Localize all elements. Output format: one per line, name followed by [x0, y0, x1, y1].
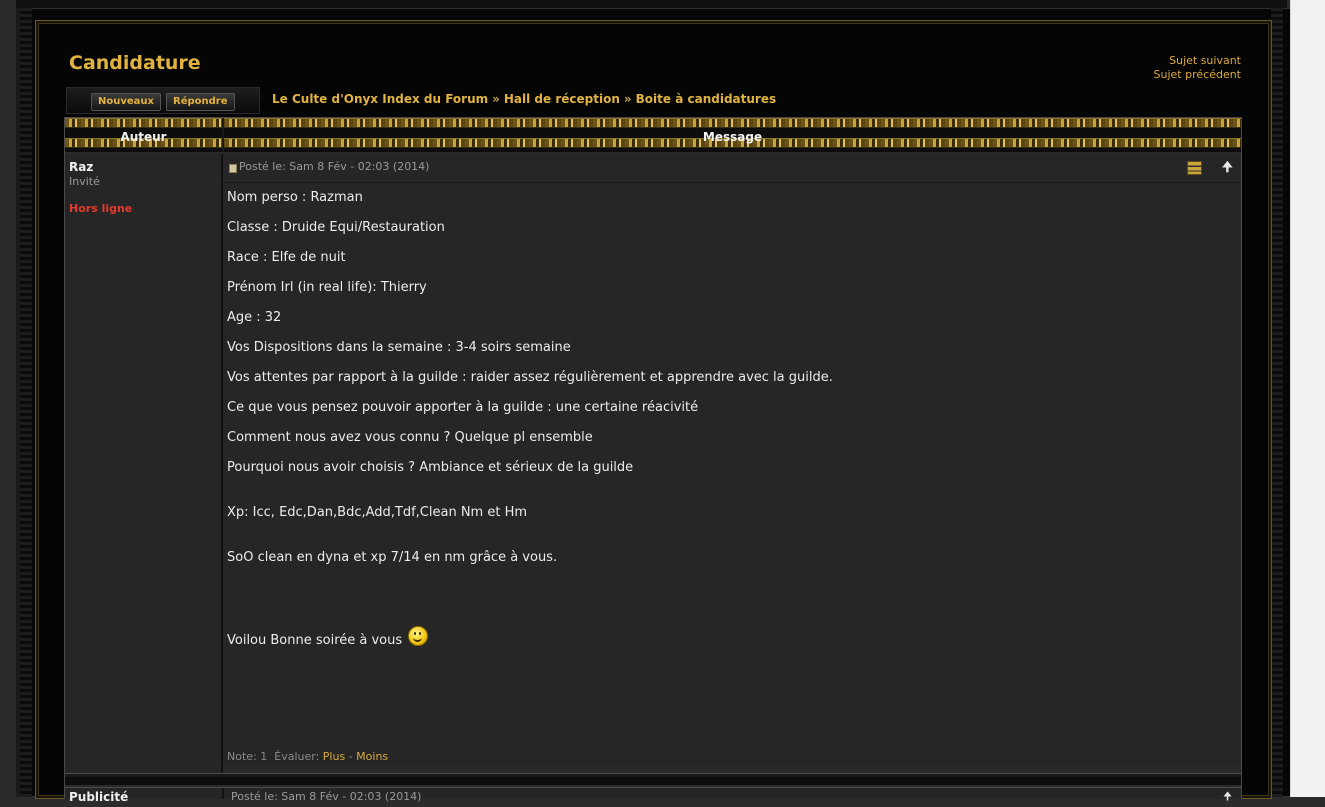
breadcrumb: Le Culte d'Onyx Index du Forum» Hall de r… — [272, 92, 776, 106]
row-spacer — [65, 777, 1241, 785]
post-meta: Posté le: Sam 8 Fév - 02:03 (2014) 🠉 — [223, 154, 1240, 183]
topic-navigation: Sujet suivant Sujet précédent — [1154, 54, 1241, 82]
frame-rail-right — [1271, 8, 1283, 797]
rate-minus-link[interactable]: Moins — [356, 750, 388, 763]
column-separator — [222, 788, 224, 799]
post-date: Posté le: Sam 8 Fév - 02:03 (2014) — [239, 160, 430, 173]
post-line-closing: Voilou Bonne soirée à vous — [227, 626, 429, 648]
arrow-up-icon[interactable]: 🠉 — [1222, 158, 1233, 180]
post-line: Vos attentes par rapport à la guilde : r… — [227, 370, 833, 385]
breadcrumb-separator: » — [623, 92, 632, 106]
rating-evaluate-label: Évaluer: — [274, 750, 320, 763]
rating-note: Note: 1 — [227, 750, 268, 763]
page-scrollbar[interactable] — [1290, 0, 1325, 797]
post-line: Comment nous avez vous connu ? Quelque p… — [227, 430, 593, 445]
post-line: Classe : Druide Equi/Restauration — [227, 220, 445, 235]
author-rank: Invité — [69, 175, 100, 188]
next-topic-link[interactable]: Sujet suivant — [1154, 54, 1241, 68]
post-line: Xp: Icc, Edc,Dan,Bdc,Add,Tdf,Clean Nm et… — [227, 505, 528, 520]
header-author: Auteur — [120, 130, 167, 144]
page-title: Candidature — [69, 52, 201, 74]
ad-author: Publicité — [69, 790, 129, 804]
arrow-up-icon[interactable]: 🠉 — [1223, 788, 1232, 807]
rating-separator: - — [348, 750, 353, 763]
ad-row: Publicité Posté le: Sam 8 Fév - 02:03 (2… — [65, 787, 1241, 804]
reply-button[interactable]: Répondre — [166, 93, 235, 111]
breadcrumb-separator: » — [492, 92, 500, 106]
post-icon[interactable] — [229, 164, 237, 173]
post-message-panel: Posté le: Sam 8 Fév - 02:03 (2014) 🠉 Nom… — [223, 154, 1240, 766]
table-header: Auteur Message — [65, 118, 1241, 152]
breadcrumb-hall[interactable]: Hall de réception — [504, 92, 620, 106]
new-topic-button[interactable]: Nouveaux — [91, 93, 161, 111]
post-buttons: Nouveaux Répondre — [66, 87, 260, 114]
post-line: Vos Dispositions dans la semaine : 3-4 s… — [227, 340, 571, 355]
quote-icon[interactable] — [1187, 161, 1202, 175]
rate-plus-link[interactable]: Plus — [323, 750, 345, 763]
post-line: Age : 32 — [227, 310, 282, 325]
post-author-panel: Raz Invité Hors ligne — [65, 154, 223, 773]
header-ornament-top — [65, 118, 1241, 128]
breadcrumb-forum-index[interactable]: Le Culte d'Onyx Index du Forum — [272, 92, 488, 106]
author-name[interactable]: Raz — [69, 160, 93, 174]
post-line: Pourquoi nous avoir choisis ? Ambiance e… — [227, 460, 634, 475]
post-line: Nom perso : Razman — [227, 190, 363, 205]
smiley-icon — [408, 626, 429, 646]
post-line: Ce que vous pensez pouvoir apporter à la… — [227, 400, 699, 415]
post-rating: Note: 1 Évaluer: Plus - Moins — [227, 750, 388, 763]
header-message: Message — [702, 130, 763, 144]
post-line: Race : Elfe de nuit — [227, 250, 346, 265]
posts-table: Auteur Message Raz Invité Hors ligne Pos… — [64, 117, 1242, 804]
post-line: Prénom Irl (in real life): Thierry — [227, 280, 427, 295]
frame-rail-left — [20, 8, 32, 797]
breadcrumb-candidatures[interactable]: Boite à candidatures — [636, 92, 776, 106]
post-line: Voilou Bonne soirée à vous — [227, 633, 403, 648]
post-line: SoO clean en dyna et xp 7/14 en nm grâce… — [227, 550, 558, 565]
previous-topic-link[interactable]: Sujet précédent — [1154, 68, 1241, 82]
author-online-status: Hors ligne — [69, 202, 133, 215]
